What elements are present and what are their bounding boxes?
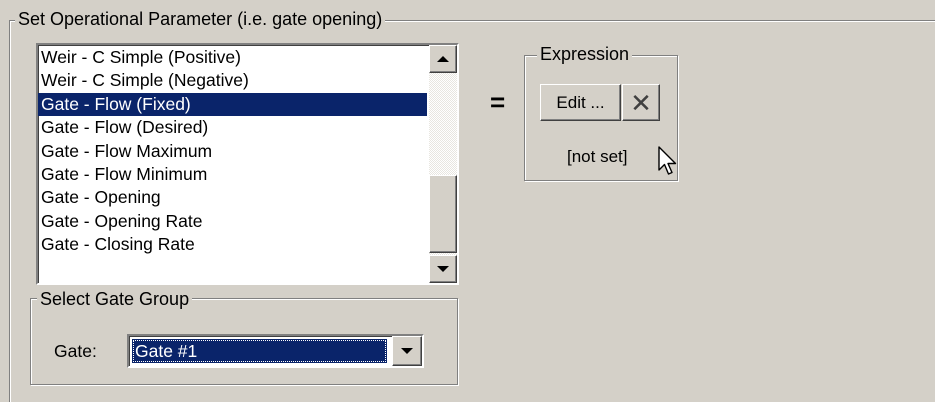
gate-dropdown-button[interactable] [392, 336, 422, 366]
list-item[interactable]: Gate - Flow Minimum [38, 163, 427, 186]
gate-label: Gate: [54, 341, 97, 361]
expression-status: [not set] [567, 147, 628, 166]
list-item-selected[interactable]: Gate - Flow (Fixed) [38, 92, 427, 117]
list-item[interactable]: Gate - Opening Rate [38, 210, 427, 233]
list-scrollbar[interactable] [429, 45, 457, 283]
parameter-listbox[interactable]: Weir - C Simple (Positive) Weir - C Simp… [36, 43, 459, 285]
scroll-thumb[interactable] [429, 175, 457, 253]
clear-expression-button[interactable]: ✕ [622, 84, 660, 121]
gate-combobox[interactable]: Gate #1 [127, 334, 424, 368]
scroll-up-button[interactable] [429, 45, 457, 73]
list-item[interactable]: Gate - Closing Rate [38, 233, 427, 256]
list-item[interactable]: Weir - C Simple (Positive) [38, 46, 427, 69]
close-icon: ✕ [630, 87, 652, 118]
operational-parameter-group-title: Set Operational Parameter (i.e. gate ope… [15, 9, 386, 29]
parameter-list-items: Weir - C Simple (Positive) Weir - C Simp… [38, 46, 427, 257]
scroll-down-button[interactable] [429, 255, 457, 283]
equals-sign: = [490, 87, 506, 117]
list-item[interactable]: Weir - C Simple (Negative) [38, 69, 427, 92]
gate-combobox-value[interactable]: Gate #1 [132, 339, 387, 363]
list-item[interactable]: Gate - Flow (Desired) [38, 116, 427, 139]
up-arrow-icon [437, 56, 449, 62]
select-gate-group-title: Select Gate Group [37, 289, 193, 309]
edit-expression-button[interactable]: Edit ... [540, 84, 621, 121]
expression-group-title: Expression [537, 44, 633, 64]
down-arrow-icon [437, 266, 449, 272]
mouse-pointer-icon [658, 146, 677, 175]
list-item[interactable]: Gate - Flow Maximum [38, 140, 427, 163]
list-item[interactable]: Gate - Opening [38, 186, 427, 209]
window-panel: Set Operational Parameter (i.e. gate ope… [0, 0, 935, 402]
chevron-down-icon [401, 348, 413, 354]
